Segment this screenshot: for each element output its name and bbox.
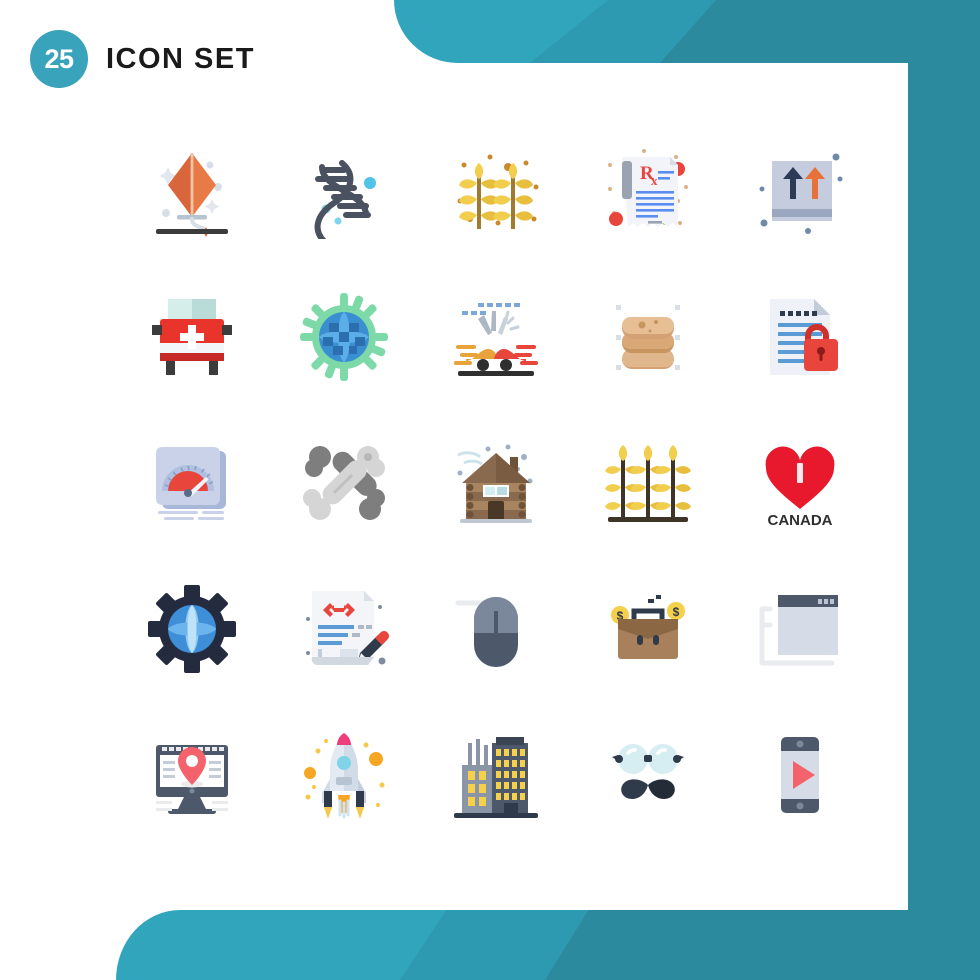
- crossed-bones-icon: [303, 446, 385, 520]
- icon-grid: R x CANADA $ $: [116, 118, 876, 848]
- svg-text:x: x: [651, 173, 658, 188]
- icon-cell-i-love-canada[interactable]: CANADA: [724, 410, 876, 556]
- wheat-crops-icon: [457, 154, 539, 229]
- this-side-up-box-icon: [759, 153, 843, 234]
- icon-cell-pancakes[interactable]: [572, 264, 724, 410]
- icon-cell-secure-document[interactable]: [724, 264, 876, 410]
- icon-cell-ambulance[interactable]: [116, 264, 268, 410]
- location-desktop-icon: [156, 745, 228, 814]
- icon-cell-virus[interactable]: [268, 264, 420, 410]
- page-title: ICON SET: [106, 42, 255, 75]
- icon-cell-log-cabin[interactable]: [420, 410, 572, 556]
- page-header: 25 ICON SET: [30, 30, 255, 88]
- canada-label: CANADA: [768, 512, 833, 529]
- icon-count-badge: 25: [30, 30, 88, 88]
- icon-cell-bones[interactable]: [268, 410, 420, 556]
- global-settings-icon: [148, 585, 236, 673]
- dna-icon: [314, 160, 376, 239]
- icon-cell-rocket-launch[interactable]: [268, 702, 420, 848]
- code-editing-icon: [306, 591, 389, 666]
- icon-cell-wheat-crops[interactable]: [420, 118, 572, 264]
- hipster-glasses-icon: [612, 744, 684, 799]
- icon-cell-code-editing[interactable]: [268, 556, 420, 702]
- rocket-launch-icon: [304, 733, 385, 819]
- decorative-bottom-dark-shape: [545, 910, 980, 980]
- ambulance-icon: [152, 299, 232, 375]
- business-briefcase-icon: $ $: [611, 595, 685, 659]
- city-buildings-icon: [454, 737, 538, 818]
- virus-globe-icon: [300, 293, 388, 381]
- icon-cell-business-briefcase[interactable]: $ $: [572, 556, 724, 702]
- wheat-field-icon: [605, 445, 691, 522]
- icon-cell-this-side-up-box[interactable]: [724, 118, 876, 264]
- pancakes-stack-icon: [616, 305, 680, 370]
- kite-icon: [156, 153, 228, 237]
- secure-document-icon: [770, 299, 838, 375]
- icon-cell-hipster-glasses[interactable]: [572, 702, 724, 848]
- i-love-canada-icon: CANADA: [765, 446, 835, 529]
- icon-cell-kite[interactable]: [116, 118, 268, 264]
- icon-cell-dna[interactable]: [268, 118, 420, 264]
- icon-cell-wheat-field[interactable]: [572, 410, 724, 556]
- car-accident-icon: [454, 303, 538, 376]
- icon-cell-car-accident[interactable]: [420, 264, 572, 410]
- icon-cell-prescription[interactable]: R x: [572, 118, 724, 264]
- browser-window-icon: [759, 595, 838, 666]
- icon-cell-city-buildings[interactable]: [420, 702, 572, 848]
- prescription-rx-icon: R x: [608, 149, 688, 227]
- icon-cell-global-settings[interactable]: [116, 556, 268, 702]
- svg-text:$: $: [673, 605, 680, 619]
- icon-cell-computer-mouse[interactable]: [420, 556, 572, 702]
- computer-mouse-icon: [455, 597, 518, 667]
- icon-cell-speedometer[interactable]: [116, 410, 268, 556]
- log-cabin-icon: [457, 444, 533, 523]
- mobile-video-icon: [781, 737, 819, 813]
- icon-set-page: 25 ICON SET R x CANADA $ $: [0, 0, 980, 980]
- icon-cell-location-desktop[interactable]: [116, 702, 268, 848]
- icon-cell-mobile-video[interactable]: [724, 702, 876, 848]
- icon-cell-browser-window[interactable]: [724, 556, 876, 702]
- speedometer-icon: [156, 447, 226, 520]
